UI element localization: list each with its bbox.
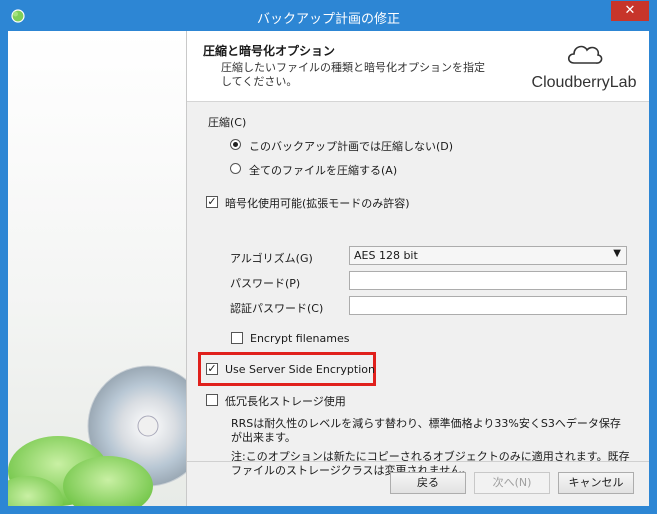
confirm-password-input[interactable] (349, 296, 627, 315)
radio-compress-all[interactable] (230, 163, 241, 174)
encryption-label[interactable]: 暗号化使用可能(拡張モードのみ許容) (225, 195, 410, 211)
radio-no-compression-label[interactable]: このバックアップ計画では圧縮しない(D) (249, 138, 453, 154)
cloudberry-logo: CloudberryLab (529, 39, 639, 92)
title-bar[interactable]: バックアップ計画の修正 ✕ (0, 0, 657, 31)
algorithm-label: アルゴリズム(G) (230, 252, 313, 265)
chevron-down-icon: ▼ (613, 248, 621, 259)
cloud-logo-icon (567, 45, 603, 64)
logo-text: CloudberryLab (531, 74, 637, 91)
cancel-button[interactable]: キャンセル (558, 472, 634, 494)
confirm-password-label: 認証パスワード(C) (230, 302, 324, 315)
algorithm-select[interactable]: AES 128 bit ▼ (349, 246, 627, 265)
footer-divider (187, 461, 649, 462)
wizard-sidebar (8, 31, 209, 506)
rrs-note: RRSは耐久性のレベルを減らす替わり、標準価格より33%安くS3へデータ保存が出… (231, 417, 621, 444)
compression-group-label: 圧縮(C) (208, 116, 247, 129)
cd-cloud-artwork (8, 365, 209, 506)
rrs-checkbox[interactable] (206, 394, 218, 406)
dialog-client: 圧縮と暗号化オプション 圧縮したいファイルの種類と暗号化オプションを指定してくだ… (8, 31, 649, 506)
encrypt-filenames-checkbox[interactable] (231, 332, 243, 344)
window-title: バックアップ計画の修正 (256, 12, 400, 27)
rrs-label[interactable]: 低冗長化ストレージ使用 (225, 393, 346, 409)
next-button[interactable]: 次へ(N) (474, 472, 550, 494)
page-description: 圧縮したいファイルの種類と暗号化オプションを指定してください。 (221, 61, 485, 88)
password-label: パスワード(P) (230, 277, 301, 290)
radio-compress-all-label[interactable]: 全てのファイルを圧縮する(A) (249, 162, 397, 178)
encrypt-filenames-label[interactable]: Encrypt filenames (250, 332, 349, 345)
dialog-window: バックアップ計画の修正 ✕ 圧縮と暗号化オプション 圧縮したいファイルの種類と暗… (0, 0, 657, 514)
close-button[interactable]: ✕ (611, 1, 649, 21)
password-input[interactable] (349, 271, 627, 290)
sse-checkbox[interactable]: ✓ (206, 363, 218, 375)
wizard-content: 圧縮(C) このバックアップ計画では圧縮しない(D) 全てのファイルを圧縮する(… (187, 102, 649, 477)
page-title: 圧縮と暗号化オプション (203, 44, 336, 58)
wizard-header: 圧縮と暗号化オプション 圧縮したいファイルの種類と暗号化オプションを指定してくだ… (187, 31, 649, 102)
back-button[interactable]: 戻る (390, 472, 466, 494)
radio-no-compression[interactable] (230, 139, 241, 150)
encryption-checkbox[interactable]: ✓ (206, 196, 218, 208)
algorithm-value: AES 128 bit (354, 249, 418, 262)
sse-label[interactable]: Use Server Side Encryption (225, 363, 375, 376)
